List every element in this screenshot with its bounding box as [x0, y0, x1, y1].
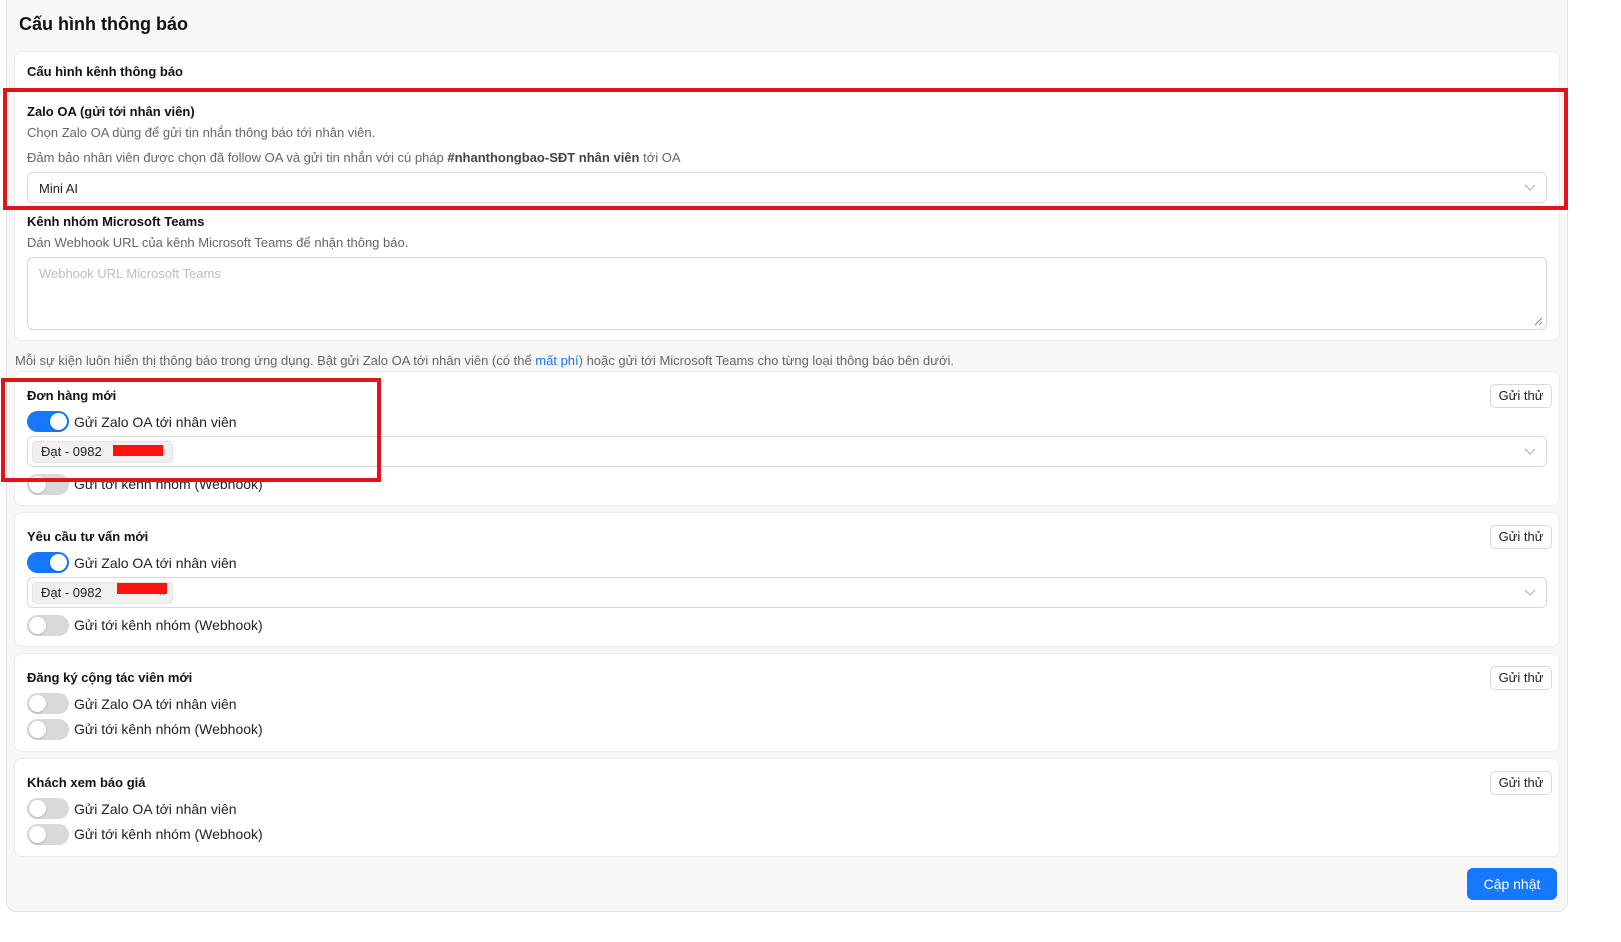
event-title: Đăng ký cộng tác viên mới [27, 670, 193, 685]
teams-webhook-input[interactable]: Webhook URL Microsoft Teams [27, 257, 1547, 330]
page-title: Cấu hình thông báo [19, 14, 188, 34]
test-send-button[interactable]: Gửi thử [1490, 771, 1552, 795]
highlight-new-order [1, 378, 381, 482]
webhook-toggle-label: Gửi tới kênh nhóm (Webhook) [74, 826, 263, 842]
webhook-toggle[interactable] [27, 719, 69, 740]
zalo-toggle[interactable] [27, 552, 69, 573]
event-card-consult-request: Yêu cầu tư vấn mới Gửi thử Gửi Zalo OA t… [14, 512, 1560, 647]
event-title: Yêu cầu tư vấn mới [27, 529, 149, 544]
event-card-collaborator-signup: Đăng ký cộng tác viên mới Gửi thử Gửi Za… [14, 653, 1560, 752]
paid-link[interactable]: mất phí [535, 353, 578, 368]
redaction-mark [117, 583, 167, 594]
webhook-toggle[interactable] [27, 824, 69, 845]
chevron-down-icon [1524, 448, 1536, 455]
zalo-toggle[interactable] [27, 693, 69, 714]
event-card-quote-viewed: Khách xem báo giá Gửi thử Gửi Zalo OA tớ… [14, 758, 1560, 857]
webhook-toggle-label: Gửi tới kênh nhóm (Webhook) [74, 721, 263, 737]
webhook-toggle-label: Gửi tới kênh nhóm (Webhook) [74, 617, 263, 633]
webhook-toggle[interactable] [27, 615, 69, 636]
update-button[interactable]: Cập nhật [1467, 868, 1557, 900]
highlight-zalo-oa [3, 88, 1568, 210]
resize-handle-icon[interactable] [1534, 317, 1543, 326]
event-title: Khách xem báo giá [27, 775, 146, 790]
teams-help: Dán Webhook URL của kênh Microsoft Teams… [27, 235, 409, 250]
teams-webhook-placeholder: Webhook URL Microsoft Teams [39, 266, 221, 281]
channel-config-title: Cấu hình kênh thông báo [27, 64, 183, 79]
test-send-button[interactable]: Gửi thử [1490, 384, 1552, 408]
zalo-toggle-label: Gửi Zalo OA tới nhân viên [74, 555, 237, 571]
zalo-toggle[interactable] [27, 798, 69, 819]
zalo-toggle-label: Gửi Zalo OA tới nhân viên [74, 801, 237, 817]
teams-label: Kênh nhóm Microsoft Teams [27, 214, 205, 229]
test-send-button[interactable]: Gửi thử [1490, 666, 1552, 690]
zalo-toggle-label: Gửi Zalo OA tới nhân viên [74, 696, 237, 712]
recipient-select[interactable]: Đạt - 0982× [27, 577, 1547, 608]
chevron-down-icon [1524, 589, 1536, 596]
event-notice: Mỗi sự kiện luôn hiển thị thông báo tron… [15, 353, 954, 368]
test-send-button[interactable]: Gửi thử [1490, 525, 1552, 549]
